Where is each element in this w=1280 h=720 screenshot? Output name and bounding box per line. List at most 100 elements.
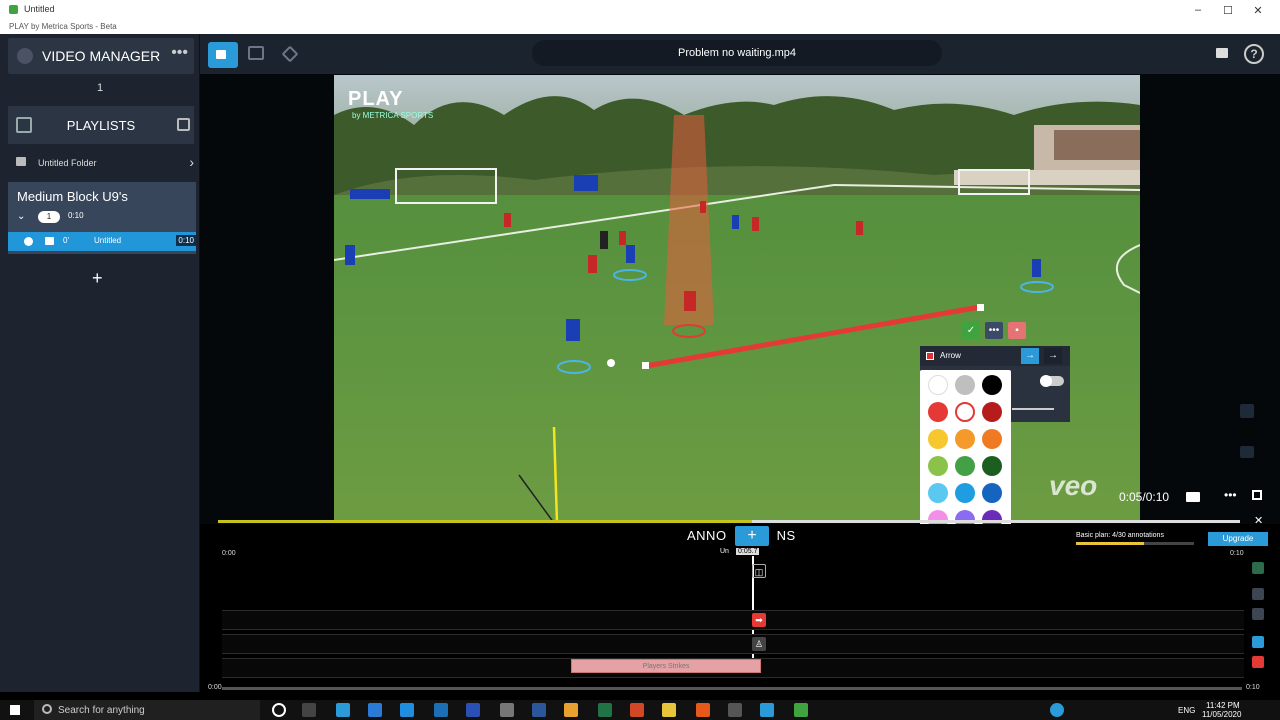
chrome-icon[interactable]	[564, 703, 578, 717]
color-swatch[interactable]	[982, 402, 1002, 422]
upgrade-button[interactable]: Upgrade	[1208, 532, 1268, 546]
arrow-style-button[interactable]: →	[1021, 348, 1039, 364]
chevron-down-icon[interactable]: ⌄	[17, 211, 25, 222]
color-swatch[interactable]	[928, 375, 948, 395]
app-icon-4[interactable]	[728, 703, 742, 717]
window-title: Untitled	[24, 4, 55, 14]
windows-start-icon[interactable]	[10, 705, 20, 715]
video-mode-button[interactable]	[208, 42, 238, 68]
color-swatch[interactable]	[928, 402, 948, 422]
close-button[interactable]: ✕	[1248, 4, 1268, 17]
maximize-button[interactable]: ☐	[1218, 4, 1238, 17]
dropbox-icon[interactable]	[368, 703, 382, 717]
layout-icon[interactable]	[248, 46, 264, 60]
delete-icon[interactable]: ▪	[1008, 322, 1026, 339]
app-icon-1[interactable]	[336, 703, 350, 717]
zoom-out-icon[interactable]	[1252, 608, 1264, 620]
playlist-duration: 0:10	[68, 211, 84, 220]
word-icon[interactable]	[532, 703, 546, 717]
select-playlists-icon[interactable]	[177, 118, 190, 131]
task-view-icon[interactable]	[302, 703, 316, 717]
help-tray-icon[interactable]	[1050, 703, 1064, 717]
color-swatch[interactable]	[928, 456, 948, 476]
arrow-color-icon[interactable]	[926, 352, 934, 360]
minimize-button[interactable]: –	[1188, 4, 1208, 16]
color-swatch[interactable]	[955, 483, 975, 503]
veo-watermark: veo	[1049, 470, 1098, 501]
arrow-width-slider[interactable]	[1012, 408, 1054, 410]
color-swatch[interactable]	[982, 429, 1002, 449]
language-indicator[interactable]: ENG	[1178, 706, 1195, 715]
soccer-field-image	[334, 75, 1140, 523]
annotation-track[interactable]	[222, 610, 1244, 630]
person-icon[interactable]: ♙	[752, 637, 766, 651]
taskbar-search[interactable]: Search for anything	[34, 700, 260, 720]
color-swatch[interactable]	[955, 429, 975, 449]
video-time: 0:05/0:10	[1119, 490, 1170, 504]
add-playlist-button[interactable]: +	[92, 268, 103, 289]
zoom-in-icon[interactable]	[1252, 588, 1264, 600]
folder-icon	[16, 157, 26, 166]
color-swatch[interactable]	[955, 402, 975, 422]
mail-icon[interactable]	[434, 703, 448, 717]
more-options-icon[interactable]: •••	[1224, 488, 1237, 502]
folder-item[interactable]: Untitled Folder ›	[8, 152, 196, 174]
calculator-icon[interactable]	[500, 703, 514, 717]
app-icon-2[interactable]	[466, 703, 480, 717]
top-toolbar: Problem no waiting.mp4 ?	[200, 34, 1280, 74]
camera-icon[interactable]	[1186, 492, 1200, 502]
edge-icon[interactable]	[400, 703, 414, 717]
clip-select-icon[interactable]	[24, 237, 33, 246]
search-placeholder: Search for anything	[58, 705, 145, 716]
side-tool-1[interactable]	[1252, 562, 1264, 574]
annotation-track[interactable]	[222, 634, 1244, 654]
trash-icon[interactable]	[1252, 656, 1264, 668]
color-swatch[interactable]	[928, 429, 948, 449]
color-swatch[interactable]	[928, 483, 948, 503]
color-swatch[interactable]	[955, 375, 975, 395]
start-time: 0:00	[222, 550, 236, 557]
undo-icon[interactable]	[1252, 636, 1264, 648]
arrow-annotation-icon[interactable]: ➡	[752, 613, 766, 627]
app-icon	[9, 5, 18, 14]
zoom-icon[interactable]	[760, 703, 774, 717]
sequence-icon[interactable]: ◫	[752, 564, 766, 578]
color-swatch[interactable]	[982, 375, 1002, 395]
color-swatch[interactable]	[982, 483, 1002, 503]
app-icon-3[interactable]	[696, 703, 710, 717]
video-manager-header[interactable]: VIDEO MANAGER •••	[8, 38, 194, 74]
annotations-title-right: NS	[776, 528, 796, 543]
confirm-icon[interactable]: ✓	[962, 322, 980, 339]
help-button[interactable]: ?	[1244, 44, 1264, 64]
annotation-clip[interactable]: Players Strikes	[571, 659, 761, 673]
back-arrow-icon[interactable]	[1240, 404, 1254, 418]
fullscreen-icon[interactable]	[1252, 490, 1262, 500]
annotations-sub: Un	[720, 548, 729, 555]
clock-date[interactable]: 11/05/2020	[1202, 710, 1241, 719]
chat-icon[interactable]	[1216, 48, 1228, 58]
file-explorer-icon[interactable]	[662, 703, 676, 717]
layers-icon[interactable]	[281, 45, 299, 63]
clip-row[interactable]: 0' Untitled 0:10	[8, 232, 196, 251]
logo-text: PLAY	[348, 88, 404, 110]
arrow-head-button[interactable]: →	[1044, 348, 1062, 364]
more-icon[interactable]: •••	[171, 44, 188, 62]
add-annotation-button[interactable]: +	[735, 526, 769, 546]
video-scrubber[interactable]	[218, 520, 1240, 523]
video-icon	[45, 237, 54, 245]
chevron-right-icon[interactable]: ›	[189, 154, 194, 170]
excel-icon[interactable]	[598, 703, 612, 717]
color-swatch[interactable]	[955, 456, 975, 476]
window-subtitle: PLAY by Metrica Sports - Beta	[9, 22, 117, 31]
color-swatch[interactable]	[982, 456, 1002, 476]
folder-label: Untitled Folder	[38, 158, 97, 168]
subtitles-icon[interactable]	[1240, 446, 1254, 458]
cortana-icon[interactable]	[272, 703, 286, 717]
clock-time[interactable]: 11:42 PM	[1206, 701, 1240, 710]
timeline-scale[interactable]	[222, 687, 1242, 690]
ann-more-icon[interactable]: •••	[985, 322, 1003, 339]
arrow-toggle[interactable]	[1040, 375, 1064, 387]
video-frame[interactable]	[334, 75, 1140, 523]
powerpoint-icon[interactable]	[630, 703, 644, 717]
play-app-icon[interactable]	[794, 703, 808, 717]
